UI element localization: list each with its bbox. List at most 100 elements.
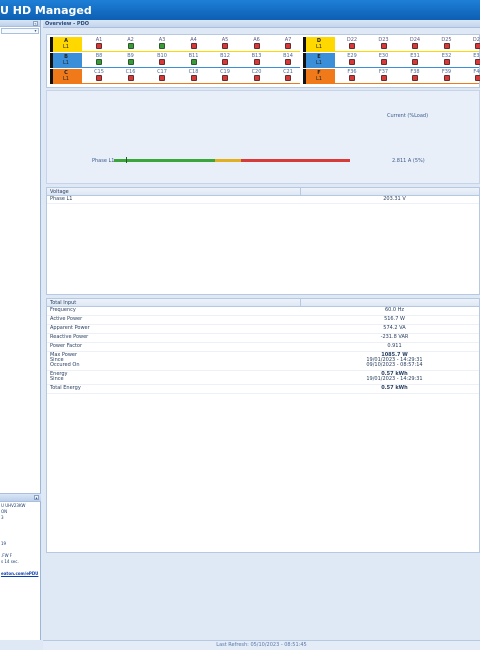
outlet-status-icon (475, 59, 480, 65)
phase-badge[interactable]: D L1 (303, 37, 335, 52)
outlet-a2[interactable]: A2 (118, 37, 144, 51)
outlet-a3[interactable]: A3 (149, 37, 175, 51)
outlet-d25[interactable]: D25 (434, 37, 460, 51)
outlet-status-icon (159, 75, 165, 81)
outlet-status-icon (222, 75, 228, 81)
outlet-status-icon (127, 59, 134, 65)
outlet-d26[interactable]: D26 (465, 37, 480, 51)
outlet-label: D23 (378, 37, 389, 43)
left-panel: « ▾ ▴ U UHV23KW ON 3 19 .FW F s 14 sec. … (0, 20, 41, 640)
outlet-status-icon (443, 59, 450, 65)
outlet-c18[interactable]: C18 (181, 69, 207, 83)
outlet-label: A4 (190, 37, 197, 43)
outlet-b10[interactable]: B10 (149, 53, 175, 67)
outlet-label: D24 (409, 37, 421, 43)
outlet-status-icon (222, 59, 228, 65)
outlet-c16[interactable]: C16 (118, 69, 144, 83)
outlet-b13[interactable]: B13 (244, 53, 270, 67)
phase-divider (54, 83, 300, 84)
outlet-d24[interactable]: D24 (402, 37, 428, 51)
outlet-b14[interactable]: B14 (275, 53, 301, 67)
outlet-label: C15 (94, 69, 104, 75)
outlet-f39[interactable]: F39 (434, 69, 460, 83)
max-power-row: Max Power Since Occured On 1085.7 W 19/0… (47, 352, 479, 371)
outlet-c15[interactable]: C15 (86, 69, 112, 83)
outlet-b12[interactable]: B12 (212, 53, 238, 67)
outlet-e30[interactable]: E30 (371, 53, 397, 67)
outlet-e31[interactable]: E31 (402, 53, 428, 67)
outlet-status-icon (222, 43, 228, 49)
outlet-f36[interactable]: F36 (339, 69, 365, 83)
energy-since: 19/01/2023 - 14:29:31 (366, 376, 423, 382)
phase-badge[interactable]: F L1 (303, 69, 335, 84)
apparent-power-value: 574.2 VA (383, 325, 406, 331)
phase-line: L1 (63, 60, 69, 66)
outlet-c17[interactable]: C17 (149, 69, 175, 83)
outlet-e29[interactable]: E29 (339, 53, 365, 67)
collapse-icon[interactable]: ▴ (34, 495, 39, 500)
outlet-b8[interactable]: B8 (86, 53, 112, 67)
phase-badge[interactable]: B L1 (50, 53, 82, 68)
outlet-b9[interactable]: B9 (118, 53, 144, 67)
phase-row: FL1 F36 F37 F38 F39 F40 (303, 69, 480, 84)
outlet-status-icon (475, 75, 480, 81)
outlet-b11[interactable]: B11 (181, 53, 207, 67)
outlet-label: C20 (251, 69, 262, 75)
outlet-f38[interactable]: F38 (402, 69, 428, 83)
outlet-f40[interactable]: F40 (465, 69, 480, 83)
outlet-a1[interactable]: A1 (86, 37, 112, 51)
device-select[interactable]: ▾ (1, 28, 39, 34)
phase-badge[interactable]: C L1 (50, 69, 82, 84)
outlet-label: C17 (157, 69, 167, 75)
outlet-label: C16 (125, 69, 136, 75)
outlet-a6[interactable]: A6 (244, 37, 270, 51)
reactive-power-row: Reactive Power -231.8 VAR (47, 334, 479, 343)
active-power-label: Active Power (50, 316, 83, 322)
phase-divider (54, 67, 300, 68)
outlet-c21[interactable]: C21 (275, 69, 301, 83)
outlet-label: A6 (253, 37, 260, 43)
reactive-power-value: -231.8 VAR (380, 334, 409, 340)
outlet-status-icon (190, 75, 197, 81)
frequency-row: Frequency 60.0 Hz (47, 307, 479, 316)
power-factor-value: 0.911 (387, 343, 402, 349)
outlet-label: B13 (251, 53, 262, 59)
phase-line: L1 (316, 60, 322, 66)
phase-badge[interactable]: A L1 (50, 37, 82, 52)
phase-divider (54, 51, 300, 52)
outlet-f37[interactable]: F37 (371, 69, 397, 83)
device-info-header: ▴ (0, 494, 41, 502)
load-marker (125, 157, 127, 163)
outlet-c19[interactable]: C19 (212, 69, 238, 83)
chevron-down-icon[interactable]: ▾ (33, 29, 38, 33)
outlet-label: D22 (346, 37, 358, 43)
outlet-status-icon (285, 59, 291, 65)
outlet-overview: A L1 A1 A2 A3 A4 A5 A6 A7 B L1 B8 B9 B10 B11 B12 B13 B14 C… (46, 34, 480, 88)
outlet-status-icon (349, 59, 355, 65)
outlet-a4[interactable]: A4 (181, 37, 207, 51)
energy-since-label: Since (50, 376, 64, 382)
outlet-e32[interactable]: E32 (434, 53, 460, 67)
phase-label: Phase L1 (92, 158, 115, 164)
outlet-status-icon (412, 43, 418, 49)
outlet-status-icon (443, 75, 450, 81)
outlet-d22[interactable]: D22 (339, 37, 365, 51)
outlet-d23[interactable]: D23 (371, 37, 397, 51)
outlet-label: B8 (95, 53, 103, 59)
outlet-c20[interactable]: C20 (244, 69, 270, 83)
outlet-label: F36 (347, 69, 357, 75)
collapse-icon[interactable]: « (33, 21, 38, 26)
outlet-status-icon (253, 59, 260, 65)
outlet-e33[interactable]: E33 (465, 53, 480, 67)
outlet-label: E32 (441, 53, 452, 59)
phase-badge[interactable]: E L1 (303, 53, 335, 68)
website-link[interactable]: eaton.com/ePDU (1, 571, 40, 577)
voltage-row: Phase L1 203.31 V (47, 196, 479, 204)
active-power-row: Active Power 516.7 W (47, 316, 479, 325)
load-bar-yellow (215, 159, 241, 162)
phase-row: DL1 D22 D23 D24 D25 D26 (303, 37, 480, 52)
outlet-a5[interactable]: A5 (212, 37, 238, 51)
outlet-label: F38 (410, 69, 420, 75)
total-energy-label: Total Energy (50, 385, 81, 391)
outlet-a7[interactable]: A7 (275, 37, 301, 51)
